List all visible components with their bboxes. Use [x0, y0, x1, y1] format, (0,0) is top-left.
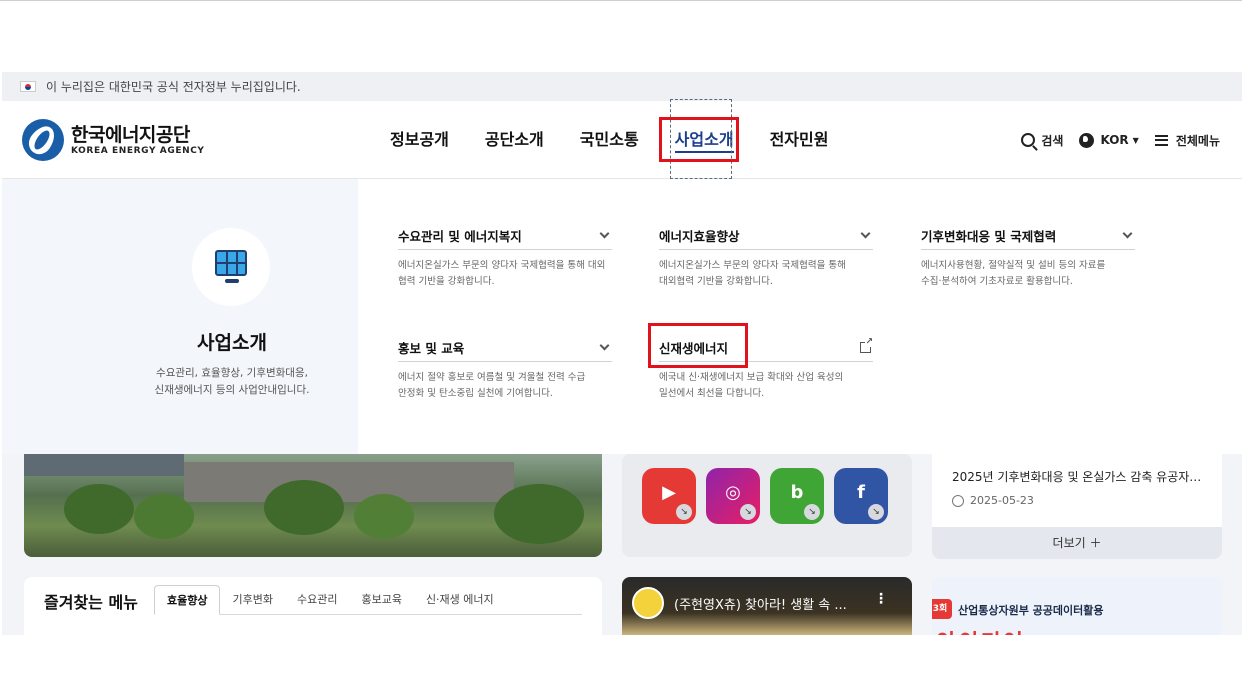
- nav-item-communication[interactable]: 국민소통: [562, 101, 657, 179]
- nav-item-civil-service[interactable]: 전자민원: [752, 101, 847, 179]
- submenu-title: 수요관리 및 에너지복지: [398, 228, 522, 244]
- main-nav: 정보공개 공단소개 국민소통 사업소개 전자민원: [372, 101, 846, 179]
- arrow-icon: ↘: [804, 504, 820, 520]
- submenu-energy-efficiency[interactable]: 에너지효율향상 에너지온실가스 부문의 양다자 국제협력을 통해 대외협력 기반…: [659, 225, 873, 290]
- submenu-title: 에너지효율향상: [659, 228, 740, 244]
- promo-banner[interactable]: 3회 산업통상자원부 공공데이터활용 아이디어: [932, 577, 1222, 635]
- more-button[interactable]: 더보기 ＋: [932, 527, 1222, 559]
- hamburger-icon: [1154, 134, 1168, 146]
- submenu-title: 기후변화대응 및 국제협력: [921, 228, 1057, 244]
- kea-logo-icon: [22, 119, 64, 161]
- mega-menu-icon-circle: [192, 228, 270, 306]
- arrow-icon: ↘: [868, 504, 884, 520]
- language-select[interactable]: KOR ▼: [1079, 132, 1139, 148]
- banner-tag: 3회: [932, 599, 952, 619]
- banner-text: 산업통상자원부 공공데이터활용: [958, 604, 1104, 617]
- submenu-desc: 에너지사용현황, 절약실적 및 설비 등의 자료를 수집·분석하여 기초자료로 …: [921, 260, 1106, 287]
- submenu-desc: 에국내 신·재생에너지 보급 확대와 산업 육성의 일선에서 최선을 다합니다.: [659, 372, 844, 399]
- tab-demand[interactable]: 수요관리: [285, 585, 349, 614]
- favorites-section: 즐겨찾는 메뉴 효율향상 기후변화 수요관리 홍보교육 신·재생 에너지: [24, 577, 602, 635]
- facebook-link[interactable]: f ↘: [834, 468, 888, 524]
- favorites-tabs: 효율향상 기후변화 수요관리 홍보교육 신·재생 에너지: [154, 585, 582, 615]
- submenu-demand-welfare[interactable]: 수요관리 및 에너지복지 에너지온실가스 부문의 양다자 국제협력을 통해 대외…: [398, 225, 612, 290]
- korea-flag-icon: [20, 81, 36, 92]
- favorites-title: 즐겨찾는 메뉴: [44, 593, 138, 612]
- facebook-icon: f: [857, 482, 865, 503]
- submenu-climate-international[interactable]: 기후변화대응 및 국제협력 에너지사용현황, 절약실적 및 설비 등의 자료를 …: [921, 225, 1135, 290]
- chevron-down-icon[interactable]: [860, 228, 871, 238]
- logo[interactable]: 한국에너지공단 KOREA ENERGY AGENCY: [22, 119, 205, 161]
- all-menu-button[interactable]: 전체메뉴: [1154, 132, 1220, 149]
- mega-menu-intro: 사업소개 수요관리, 효율향상, 기후변화대응, 신재생에너지 등의 사업안내입…: [2, 179, 358, 454]
- search-button[interactable]: 검색: [1021, 132, 1063, 149]
- header-utils: 검색 KOR ▼ 전체메뉴: [1005, 101, 1220, 179]
- more-options-icon[interactable]: ⋮: [874, 591, 888, 607]
- instagram-icon: ◎: [725, 482, 741, 503]
- submenu-title: 홍보 및 교육: [398, 340, 465, 356]
- submenu-desc: 에너지온실가스 부문의 양다자 국제협력을 통해 대외협력 기반을 강화합니다.: [659, 260, 846, 287]
- submenu-promotion-education[interactable]: 홍보 및 교육 에너지 절약 홍보로 여름철 및 겨울철 전력 수급 안정화 및…: [398, 337, 612, 402]
- gov-banner-text: 이 누리집은 대한민국 공식 전자정부 누리집입니다.: [46, 80, 301, 94]
- nav-item-info-disclosure[interactable]: 정보공개: [372, 101, 467, 179]
- mega-menu: 사업소개 수요관리, 효율향상, 기후변화대응, 신재생에너지 등의 사업안내입…: [2, 179, 1242, 454]
- instagram-link[interactable]: ◎ ↘: [706, 468, 760, 524]
- notice-item[interactable]: 2025년 기후변화대응 및 온실가스 감축 유공자 …: [952, 468, 1202, 485]
- arrow-icon: ↘: [740, 504, 756, 520]
- chevron-down-icon[interactable]: [1122, 228, 1133, 238]
- nav-item-agency-intro[interactable]: 공단소개: [467, 101, 562, 179]
- youtube-link[interactable]: ▶ ↘: [642, 468, 696, 524]
- tab-renewable[interactable]: 신·재생 에너지: [414, 585, 506, 614]
- page: 이 누리집은 대한민국 공식 전자정부 누리집입니다. 한국에너지공단 KORE…: [2, 72, 1242, 635]
- arrow-icon: ↘: [676, 504, 692, 520]
- nav-item-business[interactable]: 사업소개: [657, 101, 752, 179]
- youtube-icon: ▶: [662, 482, 676, 503]
- globe-icon: [1079, 132, 1095, 148]
- logo-english: KOREA ENERGY AGENCY: [71, 145, 205, 156]
- tab-promotion[interactable]: 홍보교육: [349, 585, 413, 614]
- logo-korean: 한국에너지공단: [71, 123, 190, 146]
- blog-icon: b: [790, 482, 804, 503]
- search-icon: [1021, 133, 1036, 147]
- tab-efficiency[interactable]: 효율향상: [154, 585, 221, 615]
- banner-headline: 아이디어: [936, 625, 1025, 635]
- submenu-title: 신재생에너지: [659, 340, 729, 356]
- submenu-desc: 에너지 절약 홍보로 여름철 및 겨울철 전력 수급 안정화 및 탄소중립 실천…: [398, 372, 586, 399]
- chevron-down-icon[interactable]: [599, 228, 610, 238]
- clock-icon: [952, 494, 964, 507]
- channel-avatar: [632, 587, 664, 619]
- tab-climate[interactable]: 기후변화: [220, 585, 284, 614]
- window-top-border: [0, 0, 1242, 4]
- video-title: (주현영X츄) 찾아라! 생활 속 ...: [674, 598, 847, 613]
- submenu-renewable-energy[interactable]: 신재생에너지 에국내 신·재생에너지 보급 확대와 산업 육성의 일선에서 최선…: [659, 336, 873, 402]
- page-bottom-blank: [0, 635, 1242, 700]
- mega-menu-title: 사업소개: [197, 332, 267, 354]
- submenu-desc: 에너지온실가스 부문의 양다자 국제협력을 통해 대외 협력 기반을 강화합니다…: [398, 260, 606, 287]
- main-visual-photo: [24, 454, 602, 557]
- solar-panel-icon: [215, 250, 247, 283]
- external-link-icon[interactable]: [860, 336, 873, 353]
- video-card[interactable]: (주현영X츄) 찾아라! 생활 속 ... ⋮: [622, 577, 912, 635]
- gov-banner: 이 누리집은 대한민국 공식 전자정부 누리집입니다.: [2, 72, 1242, 101]
- notice-date: 2025-05-23: [952, 494, 1034, 507]
- caret-down-icon: ▼: [1132, 135, 1139, 145]
- blog-link[interactable]: b ↘: [770, 468, 824, 524]
- header: 한국에너지공단 KOREA ENERGY AGENCY 정보공개 공단소개 국민…: [2, 101, 1242, 179]
- chevron-down-icon[interactable]: [599, 340, 610, 350]
- mega-menu-desc: 수요관리, 효율향상, 기후변화대응, 신재생에너지 등의 사업안내입니다.: [154, 367, 310, 396]
